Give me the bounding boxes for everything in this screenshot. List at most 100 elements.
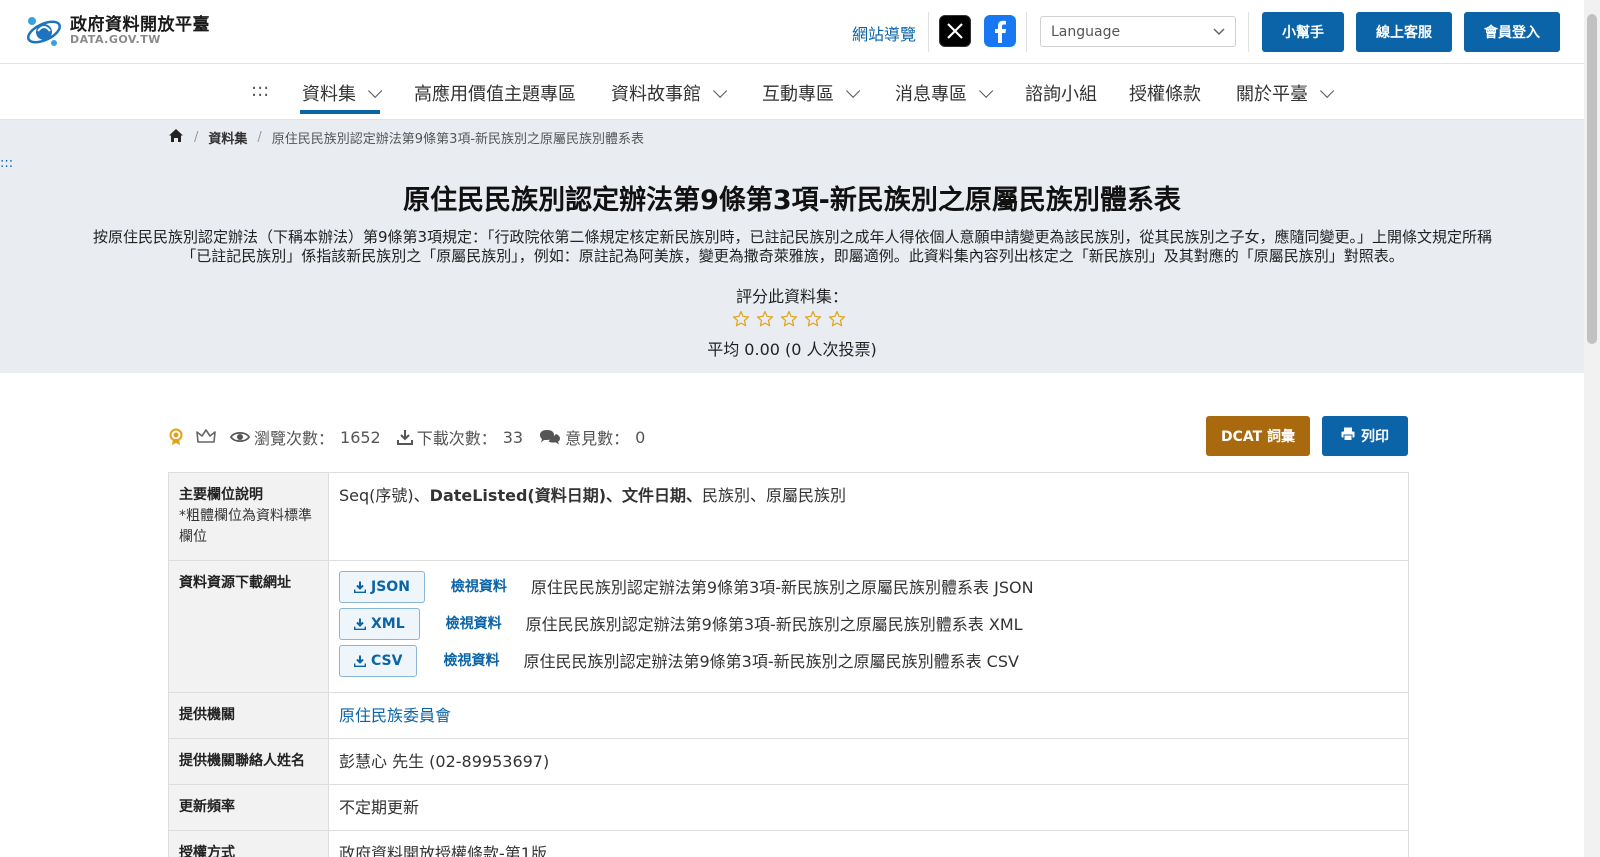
- dcat-vocabulary-button[interactable]: DCAT 詞彙: [1206, 416, 1310, 456]
- home-icon[interactable]: [168, 128, 184, 147]
- eye-icon: [230, 430, 250, 444]
- printer-icon: [1341, 427, 1355, 445]
- download-icon: [354, 618, 366, 630]
- site-header: 政府資料開放平臺 DATA.GOV.TW 網站導覽 Language 小幫手 線…: [0, 0, 1584, 64]
- nav-item-label: 高應用價值主題專區: [414, 84, 576, 105]
- nav-accesskey[interactable]: :::: [251, 80, 269, 101]
- breadcrumb-datasets[interactable]: 資料集: [208, 128, 247, 147]
- nav-item-label: 消息專區: [895, 84, 967, 105]
- fields-label: 主要欄位說明: [179, 487, 263, 503]
- dataset-description: 按原住民民族別認定辦法（下稱本辦法）第9條第3項規定：「行政院依第二條規定核定新…: [92, 228, 1493, 265]
- nav-item-label: 資料集: [302, 84, 356, 105]
- provider-value: 原住民族委員會: [329, 693, 1408, 738]
- content-accesskey[interactable]: :::: [0, 156, 13, 171]
- helper-button[interactable]: 小幫手: [1262, 12, 1344, 52]
- downloads-count: 33: [502, 427, 524, 447]
- sitemap-link[interactable]: 網站導覽: [852, 21, 916, 45]
- dataset-stats: 瀏覽次數： 1652 下載次數： 33 意見數： 0: [168, 425, 645, 449]
- star-icon[interactable]: [828, 310, 846, 328]
- star-icon[interactable]: [804, 310, 822, 328]
- download-icon: [396, 429, 413, 445]
- logo-subtitle: DATA.GOV.TW: [70, 33, 161, 47]
- fields-note: *粗體欄位為資料標準欄位: [179, 508, 312, 545]
- table-row: 提供機關 原住民族委員會: [169, 693, 1408, 739]
- nav-item-stories[interactable]: 資料故事館: [611, 80, 728, 106]
- frequency-value: 不定期更新: [339, 798, 420, 817]
- logo-icon: [24, 12, 64, 50]
- contact-value: 彭慧心 先生 (02-89953697): [339, 752, 550, 771]
- star-icon[interactable]: [732, 310, 750, 328]
- view-data-link[interactable]: 檢視資料: [443, 651, 499, 672]
- row-header: 提供機關聯絡人姓名: [169, 739, 329, 784]
- resources-value: JSON 檢視資料 原住民民族別認定辦法第9條第3項-新民族別之原屬民族別體系表…: [329, 561, 1408, 692]
- download-csv-button[interactable]: CSV: [339, 645, 418, 677]
- license-value: 政府資料開放授權條款-第1版: [339, 844, 547, 857]
- download-icon: [354, 581, 366, 593]
- resource-item: CSV 檢視資料 原住民民族別認定辦法第9條第3項-新民族別之原屬民族別體系表 …: [339, 643, 1398, 679]
- format-label: XML: [371, 615, 405, 632]
- header-divider: [1248, 12, 1249, 52]
- chevron-down-icon: [1320, 83, 1335, 98]
- view-data-link[interactable]: 檢視資料: [451, 577, 507, 598]
- nav-item-advisory[interactable]: 諮詢小組: [1025, 80, 1097, 106]
- nav-item-about[interactable]: 關於平臺: [1236, 80, 1335, 106]
- nav-item-high-value[interactable]: 高應用價值主題專區: [414, 80, 576, 106]
- fields-plain-1: Seq(序號)、: [339, 486, 430, 505]
- star-icon[interactable]: [756, 310, 774, 328]
- star-icon[interactable]: [780, 310, 798, 328]
- row-header: 更新頻率: [169, 785, 329, 830]
- nav-item-license[interactable]: 授權條款: [1129, 80, 1201, 106]
- award-medal-icon: [168, 428, 184, 446]
- language-select[interactable]: Language: [1040, 16, 1236, 47]
- language-select-value: Language: [1051, 23, 1121, 40]
- breadcrumb-separator: /: [194, 130, 199, 145]
- breadcrumb-current: 原住民民族別認定辦法第9條第3項-新民族別之原屬民族別體系表: [271, 132, 645, 147]
- breadcrumb-separator: /: [257, 130, 262, 145]
- page-title: 原住民民族別認定辦法第9條第3項-新民族別之原屬民族別體系表: [403, 185, 1181, 216]
- rating-average: 平均 0.00 (0 人次投票): [707, 340, 877, 359]
- comments-icon: [539, 429, 561, 445]
- online-service-button[interactable]: 線上客服: [1356, 12, 1452, 52]
- resource-item: XML 檢視資料 原住民民族別認定辦法第9條第3項-新民族別之原屬民族別體系表 …: [339, 606, 1398, 642]
- views-count: 1652: [340, 427, 381, 447]
- table-row: 授權方式 政府資料開放授權條款-第1版: [169, 831, 1408, 857]
- facebook-icon[interactable]: [984, 15, 1016, 47]
- nav-active-indicator: [300, 110, 380, 114]
- nav-item-datasets[interactable]: 資料集: [302, 80, 383, 106]
- nav-item-news[interactable]: 消息專區: [895, 80, 994, 106]
- comments-label: 意見數：: [565, 429, 630, 448]
- format-label: CSV: [371, 652, 403, 669]
- resource-item: JSON 檢視資料 原住民民族別認定辦法第9條第3項-新民族別之原屬民族別體系表…: [339, 569, 1398, 605]
- x-twitter-icon[interactable]: [939, 15, 971, 47]
- header-divider: [928, 12, 929, 52]
- download-json-button[interactable]: JSON: [339, 571, 425, 603]
- view-data-link[interactable]: 檢視資料: [446, 614, 502, 635]
- scrollbar-thumb[interactable]: [1587, 14, 1597, 344]
- member-login-button[interactable]: 會員登入: [1464, 12, 1560, 52]
- row-header: 資料資源下載網址: [169, 561, 329, 692]
- chevron-down-icon: [368, 83, 383, 98]
- nav-item-interactive[interactable]: 互動專區: [762, 80, 861, 106]
- row-header: 提供機關: [169, 693, 329, 738]
- chevron-down-icon: [979, 83, 994, 98]
- comments-count: 0: [635, 427, 646, 447]
- table-row: 更新頻率 不定期更新: [169, 785, 1408, 831]
- chevron-down-icon: [713, 83, 728, 98]
- print-button-label: 列印: [1361, 429, 1389, 445]
- row-header: 授權方式: [169, 831, 329, 857]
- chevron-down-icon: [1213, 24, 1225, 40]
- resource-name: 原住民民族別認定辦法第9條第3項-新民族別之原屬民族別體系表 CSV: [523, 651, 1019, 671]
- nav-item-label: 資料故事館: [611, 84, 701, 105]
- fields-plain-2: 民族別、原屬民族別: [702, 486, 847, 505]
- table-row: 資料資源下載網址 JSON 檢視資料 原住民民族別認定辦法第9條第3項-新民族別…: [169, 561, 1408, 693]
- download-xml-button[interactable]: XML: [339, 608, 420, 640]
- print-button[interactable]: 列印: [1322, 416, 1408, 456]
- site-logo[interactable]: 政府資料開放平臺 DATA.GOV.TW: [24, 12, 210, 50]
- page-scrollbar[interactable]: [1584, 0, 1600, 857]
- chevron-down-icon: [846, 83, 861, 98]
- main-nav: ::: 資料集 高應用價值主題專區 資料故事館 互動專區 消息專區 諮詢小組 授…: [0, 64, 1584, 120]
- star-rating[interactable]: [732, 310, 846, 328]
- table-row: 提供機關聯絡人姓名 彭慧心 先生 (02-89953697): [169, 739, 1408, 785]
- provider-link[interactable]: 原住民族委員會: [339, 706, 451, 725]
- downloads-label: 下載次數：: [416, 429, 497, 448]
